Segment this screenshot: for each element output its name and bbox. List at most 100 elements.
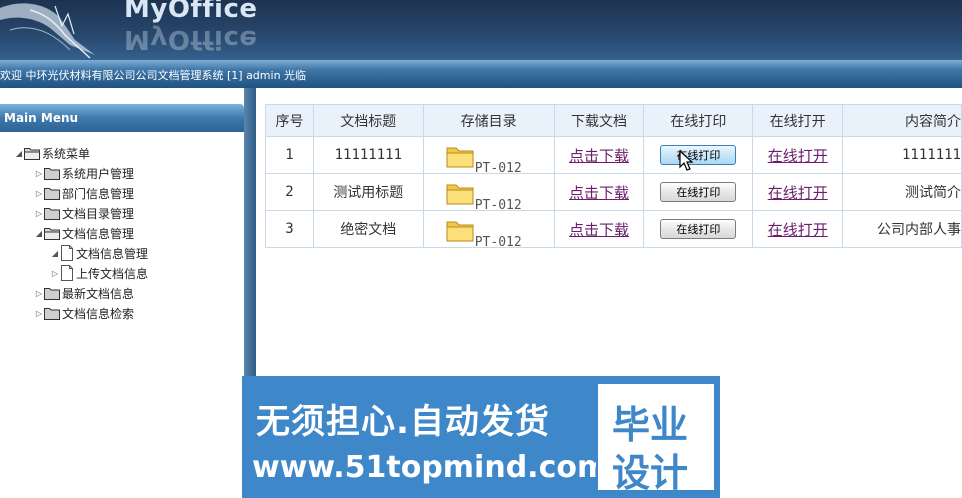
logo-text: MyOffice — [124, 0, 258, 24]
col-header-directory: 存储目录 — [422, 104, 555, 137]
folder-icon — [44, 287, 60, 300]
document-icon — [61, 245, 73, 261]
table-row: 1 11111111 PT-012 点击下载 在线打印 在线打开 1111111 — [265, 136, 962, 174]
welcome-text: 欢迎 中环光伏材料有限公司公司文档管理系统 [1] admin 光临 — [0, 69, 307, 82]
folder-icon — [44, 187, 60, 200]
cell-title: 11111111 — [312, 136, 424, 174]
col-header-open: 在线打开 — [752, 104, 844, 137]
cell-no: 2 — [265, 173, 314, 211]
collapse-arrow-icon[interactable]: ◢ — [50, 249, 60, 258]
expand-arrow-icon[interactable]: ▷ — [34, 189, 44, 198]
document-table-container: 序号 文档标题 存储目录 下载文档 在线打印 在线打开 内容简介 1 11111… — [265, 104, 962, 248]
sidebar-item-departments[interactable]: ▷ 部门信息管理 — [34, 184, 134, 202]
folder-icon — [44, 207, 60, 220]
welcome-bar: 欢迎 中环光伏材料有限公司公司文档管理系统 [1] admin 光临 — [0, 60, 962, 88]
expand-arrow-icon[interactable]: ▷ — [34, 309, 44, 318]
cell-print: 在线打印 — [643, 173, 754, 211]
badge-line-1: 毕业 — [612, 403, 689, 447]
download-link[interactable]: 点击下载 — [569, 147, 629, 165]
sidebar-item-doc-search[interactable]: ▷ 文档信息检索 — [34, 304, 134, 322]
directory-code: PT-012 — [474, 161, 522, 174]
app-window: MyOffice MyOffice 欢迎 中环光伏材料有限公司公司文档管理系统 … — [0, 0, 962, 498]
open-link[interactable]: 在线打开 — [768, 184, 828, 202]
cell-download: 点击下载 — [553, 136, 645, 174]
col-header-title: 文档标题 — [312, 104, 424, 137]
sidebar-item-system-users[interactable]: ▷ 系统用户管理 — [34, 164, 134, 182]
print-button[interactable]: 在线打印 — [660, 145, 737, 165]
app-header: MyOffice MyOffice — [0, 0, 962, 60]
cell-title: 测试用标题 — [312, 173, 424, 211]
expand-arrow-icon[interactable]: ▷ — [50, 269, 60, 278]
col-header-no: 序号 — [265, 104, 314, 137]
cell-open: 在线打开 — [752, 173, 844, 211]
cell-directory: PT-012 — [422, 210, 555, 248]
sidebar-item-label: 文档目录管理 — [62, 206, 135, 221]
mouse-cursor-icon — [679, 150, 694, 171]
folder-icon — [446, 184, 474, 205]
download-link[interactable]: 点击下载 — [569, 221, 629, 239]
main-menu-title: Main Menu — [4, 111, 79, 125]
sidebar-item-label: 文档信息管理 — [62, 226, 135, 241]
print-button[interactable]: 在线打印 — [660, 219, 737, 239]
open-link[interactable]: 在线打开 — [768, 221, 828, 239]
open-link[interactable]: 在线打开 — [768, 147, 828, 165]
folder-icon — [446, 147, 474, 168]
cell-directory: PT-012 — [422, 136, 555, 174]
cell-open: 在线打开 — [752, 210, 844, 248]
cell-print: 在线打印 — [643, 210, 754, 248]
banner-url: www.51topmind.com — [252, 450, 609, 485]
folder-icon — [446, 221, 474, 242]
sidebar-subitem-label: 文档信息管理 — [76, 246, 149, 261]
watermark-banner: 无须担心.自动发货 www.51topmind.com 毕业 设计 — [242, 376, 720, 498]
banner-slogan: 无须担心.自动发货 — [256, 402, 550, 442]
collapse-arrow-icon[interactable]: ◢ — [34, 229, 44, 238]
cell-open: 在线打开 — [752, 136, 844, 174]
document-table: 序号 文档标题 存储目录 下载文档 在线打印 在线打开 内容简介 1 11111… — [265, 104, 962, 248]
cell-summary: 公司内部人事 — [842, 210, 962, 248]
table-row: 2 测试用标题 PT-012 点击下载 在线打印 在线打开 测试简介 — [265, 173, 962, 211]
sidebar-item-latest-docs[interactable]: ▷ 最新文档信息 — [34, 284, 134, 302]
expand-arrow-icon[interactable]: ▷ — [34, 289, 44, 298]
sidebar-subitem-upload-doc[interactable]: ▷ 上传文档信息 — [50, 264, 148, 282]
sidebar-item-label: 部门信息管理 — [62, 186, 135, 201]
cell-no: 1 — [265, 136, 314, 174]
directory-code: PT-012 — [474, 235, 522, 248]
folder-open-icon — [44, 227, 60, 240]
cell-title: 绝密文档 — [312, 210, 424, 248]
tree-root[interactable]: ◢ 系统菜单 — [14, 144, 90, 162]
cell-download: 点击下载 — [553, 173, 645, 211]
logo-reflection: MyOffice — [124, 24, 258, 54]
download-link[interactable]: 点击下载 — [569, 184, 629, 202]
sidebar-subitem-label: 上传文档信息 — [76, 266, 149, 281]
cell-download: 点击下载 — [553, 210, 645, 248]
expand-arrow-icon[interactable]: ▷ — [34, 209, 44, 218]
table-row: 3 绝密文档 PT-012 点击下载 在线打印 在线打开 公司内部人事 — [265, 210, 962, 248]
expand-arrow-icon[interactable]: ▷ — [34, 169, 44, 178]
banner-badge: 毕业 设计 — [596, 382, 716, 495]
tree-root-label: 系统菜单 — [42, 146, 91, 161]
folder-icon — [44, 307, 60, 320]
badge-line-2: 设计 — [612, 451, 689, 495]
col-header-print: 在线打印 — [643, 104, 754, 137]
cell-summary: 测试简介 — [842, 173, 962, 211]
sidebar-item-doc-directory[interactable]: ▷ 文档目录管理 — [34, 204, 134, 222]
directory-code: PT-012 — [474, 198, 522, 211]
table-header-row: 序号 文档标题 存储目录 下载文档 在线打印 在线打开 内容简介 — [265, 104, 962, 137]
cell-summary: 1111111 — [842, 136, 962, 174]
sidebar-item-doc-info[interactable]: ◢ 文档信息管理 — [34, 224, 134, 242]
cell-directory: PT-012 — [422, 173, 555, 211]
logo-emblem-icon — [0, 3, 95, 59]
main-menu-header: Main Menu — [0, 104, 244, 132]
folder-open-icon — [24, 147, 40, 160]
cell-print: 在线打印 — [643, 136, 754, 174]
document-icon — [61, 265, 73, 281]
sidebar-item-label: 最新文档信息 — [62, 286, 135, 301]
col-header-summary: 内容简介 — [842, 104, 962, 137]
col-header-download: 下载文档 — [553, 104, 645, 137]
sidebar-item-label: 文档信息检索 — [62, 306, 135, 321]
cell-no: 3 — [265, 210, 314, 248]
collapse-arrow-icon[interactable]: ◢ — [14, 149, 24, 158]
sidebar-subitem-doc-manage[interactable]: ◢ 文档信息管理 — [50, 244, 148, 262]
folder-icon — [44, 167, 60, 180]
print-button[interactable]: 在线打印 — [660, 182, 737, 202]
